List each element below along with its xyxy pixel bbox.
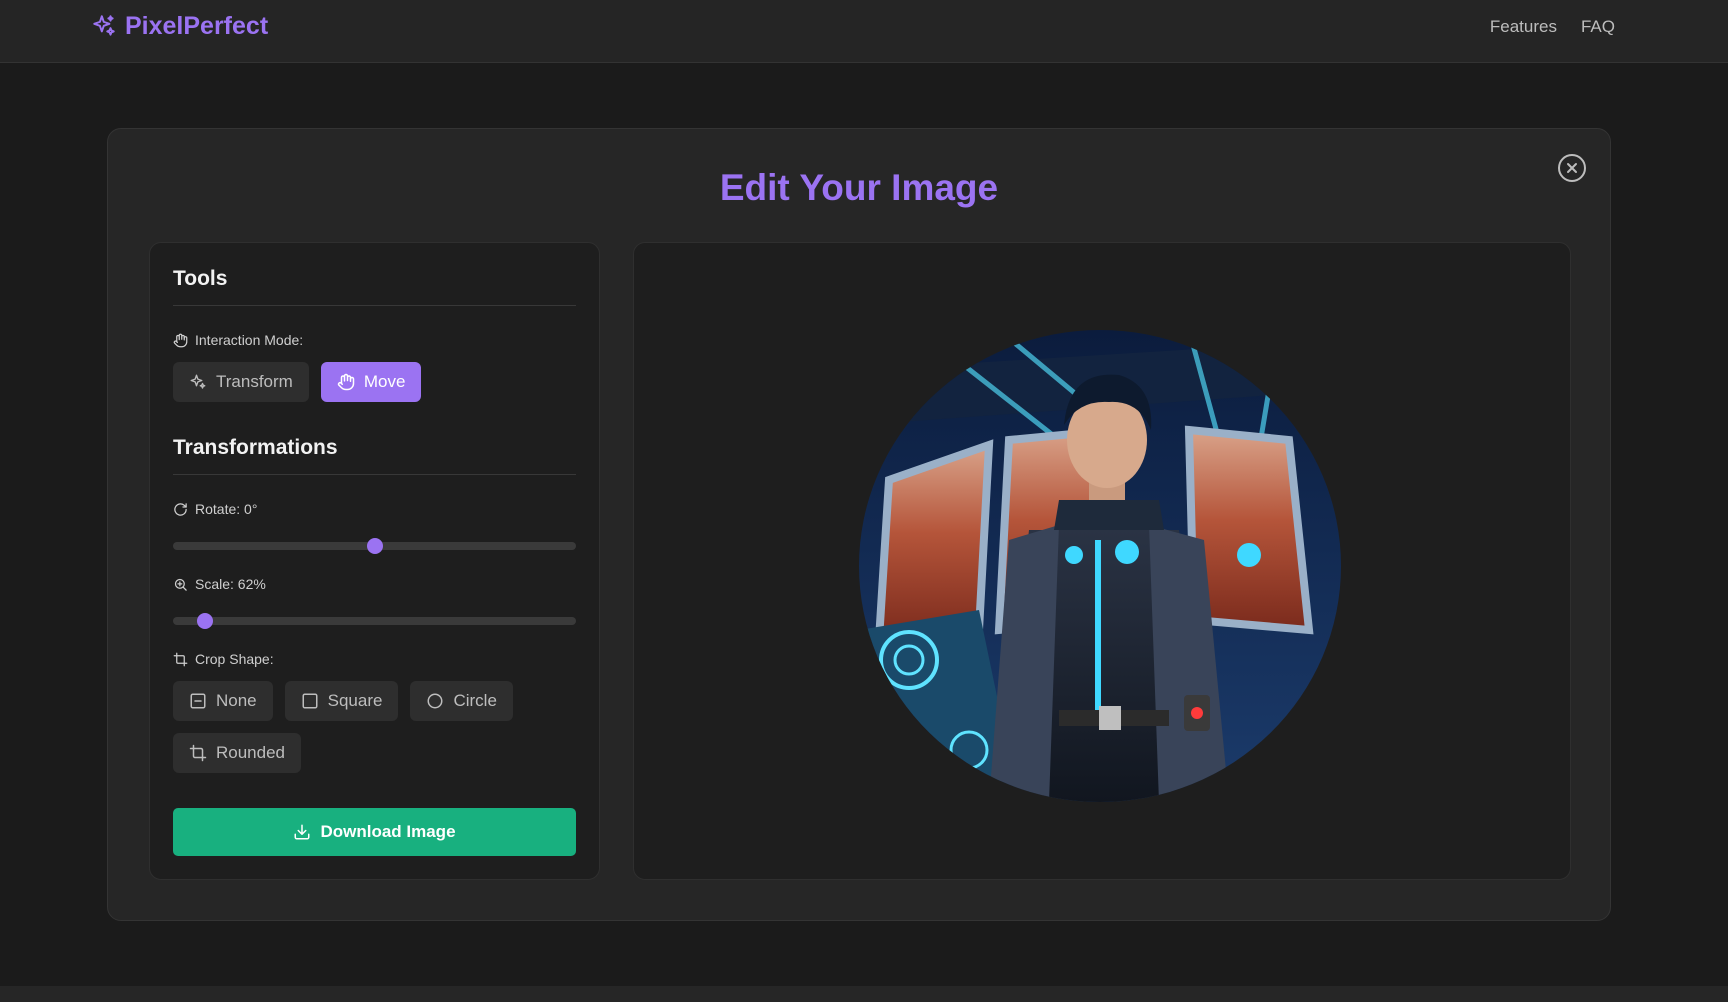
scale-slider-thumb[interactable] <box>197 613 214 629</box>
brand-logo[interactable]: PixelPerfect <box>91 11 268 41</box>
tools-heading: Tools <box>173 267 576 306</box>
rotate-icon <box>174 502 187 516</box>
crop-circle-button[interactable]: Circle <box>410 681 513 721</box>
mode-buttons: Transform Move <box>173 362 576 402</box>
transform-mode-label: Transform <box>216 372 293 391</box>
interaction-mode-text: Interaction Mode: <box>195 332 304 348</box>
crop-icon <box>189 744 207 762</box>
crop-square-label: Square <box>327 691 383 710</box>
interaction-mode-label: Interaction Mode: <box>173 332 576 348</box>
download-icon <box>294 824 310 840</box>
nav-link-features[interactable]: Features <box>1490 17 1557 37</box>
hand-icon <box>173 333 188 347</box>
square-minus-icon <box>190 693 206 709</box>
crop-none-label: None <box>216 691 257 710</box>
download-label: Download Image <box>320 822 456 841</box>
rotate-slider[interactable] <box>173 538 576 554</box>
footer-strip <box>0 986 1728 1002</box>
rotate-label: Rotate: 0° <box>173 501 576 517</box>
close-button[interactable] <box>1558 154 1586 182</box>
image-preview-area <box>633 242 1571 880</box>
scale-text: Scale: 62% <box>195 576 266 592</box>
transformations-heading: Transformations <box>173 436 576 475</box>
nav-link-faq[interactable]: FAQ <box>1581 17 1615 37</box>
tools-panel: Tools Interaction Mode: Transform Move T… <box>149 242 600 880</box>
crop-circle-label: Circle <box>453 691 497 710</box>
top-navbar: PixelPerfect Features FAQ <box>0 0 1728 63</box>
move-mode-label: Move <box>363 372 406 391</box>
zoom-in-icon <box>174 578 187 591</box>
crop-icon <box>173 652 188 666</box>
close-icon <box>1567 163 1577 173</box>
main-nav: Features FAQ <box>1490 17 1615 37</box>
scale-label: Scale: 62% <box>173 576 576 592</box>
rotate-slider-thumb[interactable] <box>366 538 383 554</box>
crop-shape-label: Crop Shape: <box>173 651 576 667</box>
hand-icon <box>337 373 355 391</box>
edit-image-modal: Edit Your Image Tools Interaction Mode: … <box>107 128 1611 921</box>
sparkles-icon <box>190 374 206 389</box>
crop-shape-text: Crop Shape: <box>195 651 274 667</box>
modal-title: Edit Your Image <box>719 167 999 208</box>
rotate-text: Rotate: 0° <box>195 501 258 517</box>
astronaut-portrait-image <box>859 330 1341 802</box>
transform-mode-button[interactable]: Transform <box>173 362 309 402</box>
circle-icon <box>427 693 443 709</box>
crop-rounded-label: Rounded <box>216 743 286 762</box>
crop-square-button[interactable]: Square <box>284 681 399 721</box>
cropped-image[interactable] <box>859 330 1341 802</box>
crop-none-button[interactable]: None <box>173 681 273 721</box>
crop-rounded-button[interactable]: Rounded <box>173 733 302 773</box>
brand-name: PixelPerfect <box>125 11 269 40</box>
square-icon <box>302 693 318 709</box>
sparkles-icon <box>93 15 115 36</box>
crop-buttons: None Square Circle Rounded <box>173 681 576 773</box>
scale-slider[interactable] <box>173 613 576 629</box>
move-mode-button[interactable]: Move <box>320 362 422 402</box>
download-image-button[interactable]: Download Image <box>173 808 576 856</box>
